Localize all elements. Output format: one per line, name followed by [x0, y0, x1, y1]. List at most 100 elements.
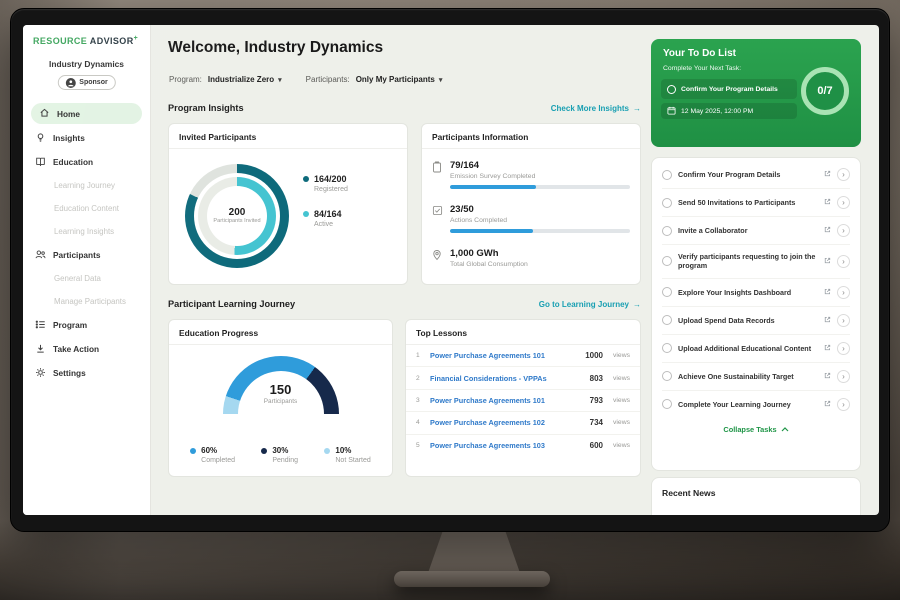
info-label: Total Global Consumption — [450, 261, 630, 268]
lesson-title-link[interactable]: Power Purchase Agreements 103 — [430, 441, 583, 450]
task-checkbox[interactable] — [662, 198, 672, 208]
external-link-icon — [824, 316, 831, 325]
todo-subtitle: Complete Your Next Task: — [663, 65, 741, 72]
sidebar-item-general-data[interactable]: General Data — [23, 267, 150, 290]
due-date-chip: 12 May 2025, 12:00 PM — [661, 103, 797, 119]
recent-news-title: Recent News — [652, 478, 860, 508]
section-title: Participant Learning Journey — [168, 299, 295, 309]
participants-filter-dropdown[interactable]: Only My Participants ▾ — [356, 75, 443, 84]
legend-dot — [303, 211, 309, 217]
chevron-right-icon[interactable]: › — [837, 314, 850, 327]
task-checkbox[interactable] — [667, 85, 676, 94]
external-link-icon — [824, 400, 831, 409]
external-link-icon — [824, 257, 831, 266]
chevron-right-icon[interactable]: › — [837, 370, 850, 383]
task-row-verify-participants[interactable]: Verify participants requesting to join t… — [662, 245, 850, 279]
chevron-right-icon[interactable]: › — [837, 342, 850, 355]
sidebar-item-settings[interactable]: Settings — [23, 361, 150, 385]
chevron-down-icon: ▾ — [278, 76, 282, 84]
lesson-rank: 3 — [416, 397, 423, 404]
legend-item-not-started: 10% Not Started — [324, 446, 370, 464]
sidebar-item-education-content[interactable]: Education Content — [23, 197, 150, 220]
donut-center-label: Participants Invited — [213, 218, 260, 225]
check-more-insights-link[interactable]: Check More Insights → — [551, 104, 641, 113]
sidebar-item-program[interactable]: Program — [23, 313, 150, 337]
resource-advisor-logo: RESOURCE ADVISOR+ — [33, 35, 138, 46]
task-row-upload-spend-data[interactable]: Upload Spend Data Records › — [662, 307, 850, 335]
chevron-right-icon[interactable]: › — [837, 224, 850, 237]
lesson-views-unit: views — [613, 419, 630, 426]
sidebar-item-learning-journey[interactable]: Learning Journey — [23, 174, 150, 197]
list-icon — [35, 319, 46, 332]
arrow-right-icon: → — [633, 104, 641, 113]
org-name: Industry Dynamics — [23, 59, 150, 69]
page-title: Welcome, Industry Dynamics — [168, 39, 383, 57]
participants-filter-value: Only My Participants — [356, 75, 435, 84]
program-filter-dropdown[interactable]: Industrialize Zero ▾ — [208, 75, 282, 84]
sidebar-item-label: Program — [53, 320, 87, 330]
task-label: Verify participants requesting to join t… — [678, 252, 818, 271]
task-checkbox[interactable] — [662, 399, 672, 409]
task-row-invite-collaborator[interactable]: Invite a Collaborator › — [662, 217, 850, 245]
book-icon — [35, 156, 46, 169]
sidebar-subitem-label: Learning Insights — [54, 227, 114, 236]
task-row-confirm-details[interactable]: Confirm Your Program Details › — [662, 161, 850, 189]
task-checkbox[interactable] — [662, 170, 672, 180]
collapse-tasks-button[interactable]: Collapse Tasks — [662, 418, 850, 438]
task-row-explore-insights[interactable]: Explore Your Insights Dashboard › — [662, 279, 850, 307]
legend-item-pending: 30% Pending — [261, 446, 298, 464]
go-to-learning-journey-link[interactable]: Go to Learning Journey → — [539, 300, 641, 309]
sidebar-item-label: Take Action — [53, 344, 99, 354]
todo-task-list-card: Confirm Your Program Details › Send 50 I… — [651, 157, 861, 471]
task-checkbox[interactable] — [662, 315, 672, 325]
chevron-right-icon[interactable]: › — [837, 255, 850, 268]
due-date-label: 12 May 2025, 12:00 PM — [681, 108, 753, 115]
top-lessons-card: Top Lessons 1 Power Purchase Agreements … — [405, 319, 641, 477]
sidebar-item-insights[interactable]: Insights — [23, 126, 150, 150]
task-checkbox[interactable] — [662, 226, 672, 236]
chevron-right-icon[interactable]: › — [837, 196, 850, 209]
info-value: 1,000 GWh — [450, 248, 630, 259]
program-filter: Program: Industrialize Zero ▾ — [169, 75, 282, 84]
lesson-rank: 1 — [416, 352, 423, 359]
chevron-down-icon: ▾ — [439, 76, 443, 84]
card-title: Participants Information — [422, 124, 640, 149]
sidebar-item-education[interactable]: Education — [23, 150, 150, 174]
sponsor-badge[interactable]: Sponsor — [57, 75, 115, 90]
lesson-title-link[interactable]: Financial Considerations - VPPAs — [430, 374, 583, 383]
sidebar-item-home[interactable]: Home — [31, 103, 142, 124]
lesson-rank: 2 — [416, 375, 423, 382]
sidebar-item-participants[interactable]: Participants — [23, 243, 150, 267]
todo-progress-ring: 0/7 — [801, 67, 849, 115]
task-row-upload-educational-content[interactable]: Upload Additional Educational Content › — [662, 335, 850, 363]
chevron-right-icon[interactable]: › — [837, 168, 850, 181]
recent-news-card: Recent News — [651, 477, 861, 515]
task-label: Explore Your Insights Dashboard — [678, 288, 818, 297]
chevron-right-icon[interactable]: › — [837, 286, 850, 299]
next-task-chip[interactable]: Confirm Your Program Details — [661, 79, 797, 99]
info-row-consumption: 1,000 GWh Total Global Consumption — [432, 248, 630, 268]
sidebar-item-label: Insights — [53, 133, 85, 143]
progress-bar — [450, 185, 630, 189]
sidebar-item-manage-participants[interactable]: Manage Participants — [23, 290, 150, 313]
gauge-center: 150 Participants — [169, 382, 392, 405]
donut-center-value: 200 — [229, 207, 246, 218]
lesson-views-unit: views — [613, 442, 630, 449]
task-row-complete-learning-journey[interactable]: Complete Your Learning Journey › — [662, 391, 850, 418]
task-row-send-invitations[interactable]: Send 50 Invitations to Participants › — [662, 189, 850, 217]
lesson-row: 5 Power Purchase Agreements 103 600 view… — [406, 435, 640, 457]
lesson-rank: 5 — [416, 442, 423, 449]
task-row-sustainability-target[interactable]: Achieve One Sustainability Target › — [662, 363, 850, 391]
lesson-title-link[interactable]: Power Purchase Agreements 101 — [430, 351, 578, 360]
task-checkbox[interactable] — [662, 343, 672, 353]
task-checkbox[interactable] — [662, 256, 672, 266]
lesson-title-link[interactable]: Power Purchase Agreements 101 — [430, 396, 583, 405]
sidebar-item-learning-insights[interactable]: Learning Insights — [23, 220, 150, 243]
sidebar-item-take-action[interactable]: Take Action — [23, 337, 150, 361]
task-checkbox[interactable] — [662, 371, 672, 381]
lesson-title-link[interactable]: Power Purchase Agreements 102 — [430, 418, 583, 427]
info-label: Actions Completed — [450, 217, 630, 224]
lesson-views: 793 — [590, 396, 603, 405]
chevron-right-icon[interactable]: › — [837, 398, 850, 411]
task-checkbox[interactable] — [662, 287, 672, 297]
